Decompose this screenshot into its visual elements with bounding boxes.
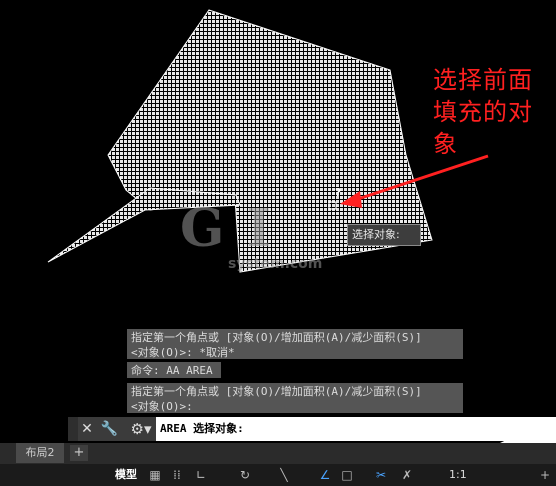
annotation-line: 象 bbox=[433, 130, 458, 158]
cursor-question-mark: ? bbox=[335, 186, 342, 199]
command-history-entry: 指定第一个角点或 [对象(O)/增加面积(A)/减少面积(S)] <对象(O)>… bbox=[127, 329, 463, 359]
dynucs-icon[interactable]: □ bbox=[338, 466, 356, 484]
ortho-icon[interactable]: ∟ bbox=[192, 466, 210, 484]
drag-handle[interactable] bbox=[68, 417, 78, 441]
annotation-line: 选择前面 bbox=[433, 66, 533, 94]
history-line: <对象(O)>: bbox=[131, 400, 193, 413]
history-line: 指定第一个角点或 [对象(O)/增加面积(A)/减少面积(S)] bbox=[131, 385, 422, 398]
snap-icon[interactable]: ⁞⁞ bbox=[168, 466, 186, 484]
command-history-entry: 命令: AA AREA bbox=[127, 362, 221, 378]
annotation-icon[interactable]: ✂ bbox=[372, 466, 390, 484]
annotation-line: 填充的对 bbox=[433, 98, 533, 126]
command-history-entry: 指定第一个角点或 [对象(O)/增加面积(A)/减少面积(S)] <对象(O)>… bbox=[127, 383, 463, 413]
command-prompt[interactable]: AREA 选择对象: bbox=[160, 417, 244, 441]
gear-icon[interactable]: ⚙▾ bbox=[126, 417, 156, 441]
isodraft-icon[interactable]: ∠ bbox=[316, 466, 334, 484]
workspace-icon[interactable]: ✗ bbox=[398, 466, 416, 484]
plus-icon[interactable]: + bbox=[536, 466, 554, 484]
command-line[interactable]: ✕ 🔧 ⚙▾ AREA 选择对象: bbox=[68, 417, 556, 441]
watermark-sub: system.com bbox=[228, 256, 323, 272]
osnap-icon[interactable]: ╲ bbox=[275, 466, 293, 484]
history-line: 指定第一个角点或 [对象(O)/增加面积(A)/减少面积(S)] bbox=[131, 331, 422, 344]
add-layout-button[interactable]: + bbox=[70, 445, 88, 461]
wrench-icon[interactable]: 🔧 bbox=[100, 417, 118, 441]
grid-icon[interactable]: ▦ bbox=[146, 466, 164, 484]
annotation-text: 选择前面 填充的对 象 bbox=[433, 64, 553, 160]
scale-label[interactable]: 1:1 bbox=[449, 466, 467, 484]
tab-layout2[interactable]: 布局2 bbox=[16, 443, 64, 463]
history-line: <对象(O)>: *取消* bbox=[131, 346, 235, 359]
polar-icon[interactable]: ↻ bbox=[236, 466, 254, 484]
model-button[interactable]: 模型 bbox=[110, 465, 142, 485]
close-icon[interactable]: ✕ bbox=[78, 417, 96, 441]
watermark-logo: G I bbox=[180, 198, 273, 259]
history-line: 命令: AA AREA bbox=[131, 364, 213, 377]
cursor-tooltip: 选择对象: bbox=[347, 224, 421, 246]
